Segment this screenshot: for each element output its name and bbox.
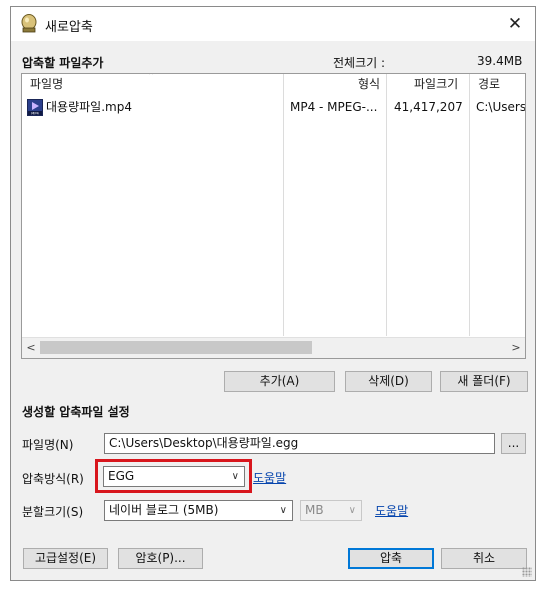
close-icon: ✕ (507, 14, 523, 34)
method-select[interactable]: EGG ∨ (103, 466, 245, 487)
new-folder-button[interactable]: 새 폴더(F) (440, 371, 528, 392)
chevron-down-icon: ∨ (348, 505, 356, 516)
split-size-select[interactable]: 네이버 블로그 (5MB) ∨ (104, 500, 293, 521)
advanced-settings-button[interactable]: 고급설정(E) (23, 548, 108, 569)
browse-button[interactable]: ... (501, 433, 526, 454)
compress-dialog: 새로압축 ✕ 압축할 파일추가 전체크기 : 39.4MB 파일명 ⌃ 형식 파… (10, 6, 536, 581)
horizontal-scrollbar[interactable]: < > (22, 337, 525, 358)
cancel-button[interactable]: 취소 (441, 548, 527, 569)
column-header-path[interactable]: 경로 (478, 74, 500, 94)
column-header-name[interactable]: 파일명 (30, 74, 63, 94)
close-button[interactable]: ✕ (501, 11, 529, 37)
file-name-cell: 대용량파일.mp4 (46, 100, 132, 114)
add-button[interactable]: 추가(A) (224, 371, 335, 392)
settings-heading: 생성할 압축파일 설정 (22, 405, 130, 419)
total-size-value: 39.4MB (477, 54, 523, 68)
filename-input[interactable]: C:\Users\Desktop\대용량파일.egg (104, 433, 495, 454)
split-unit-select: MB ∨ (300, 500, 362, 521)
compress-button[interactable]: 압축 (348, 548, 434, 569)
column-header-type[interactable]: 형식 (358, 74, 380, 94)
filename-label: 파일명(N) (22, 438, 74, 452)
scrollbar-thumb[interactable] (40, 341, 312, 354)
column-divider (386, 74, 387, 336)
split-label: 분할크기(S) (22, 505, 84, 519)
sort-ascending-icon: ⌃ (147, 73, 156, 82)
scroll-left-icon[interactable]: < (23, 339, 39, 357)
method-label: 압축방식(R) (22, 472, 84, 486)
chevron-down-icon: ∨ (279, 505, 287, 516)
method-help-link[interactable]: 도움말 (253, 469, 286, 486)
column-divider (283, 74, 284, 336)
method-select-value: EGG (108, 469, 135, 483)
file-path-cell: C:\Users (476, 100, 525, 114)
delete-button[interactable]: 삭제(D) (345, 371, 432, 392)
column-divider (469, 74, 470, 336)
window-title: 새로압축 (45, 20, 93, 35)
file-size-cell: 41,417,207 (394, 100, 463, 114)
split-help-link[interactable]: 도움말 (375, 502, 408, 519)
svg-text:MP4: MP4 (31, 112, 39, 116)
scroll-right-icon[interactable]: > (508, 339, 524, 357)
column-header-size[interactable]: 파일크기 (414, 74, 458, 94)
mp4-file-icon: MP4 (27, 99, 43, 116)
title-bar: 새로압축 ✕ (11, 7, 535, 41)
split-unit-value: MB (305, 503, 324, 517)
chevron-down-icon: ∨ (231, 471, 239, 482)
file-list[interactable]: 파일명 ⌃ 형식 파일크기 경로 MP4 대용량파일.mp4 MP4 - MPE… (21, 73, 526, 359)
total-size-label: 전체크기 : (333, 56, 386, 70)
resize-grip[interactable] (522, 567, 532, 577)
file-type-cell: MP4 - MPEG-... (290, 100, 378, 114)
file-list-heading: 압축할 파일추가 (22, 56, 104, 70)
archive-icon (21, 14, 37, 33)
password-button[interactable]: 암호(P)... (118, 548, 203, 569)
split-size-value: 네이버 블로그 (5MB) (109, 503, 219, 517)
